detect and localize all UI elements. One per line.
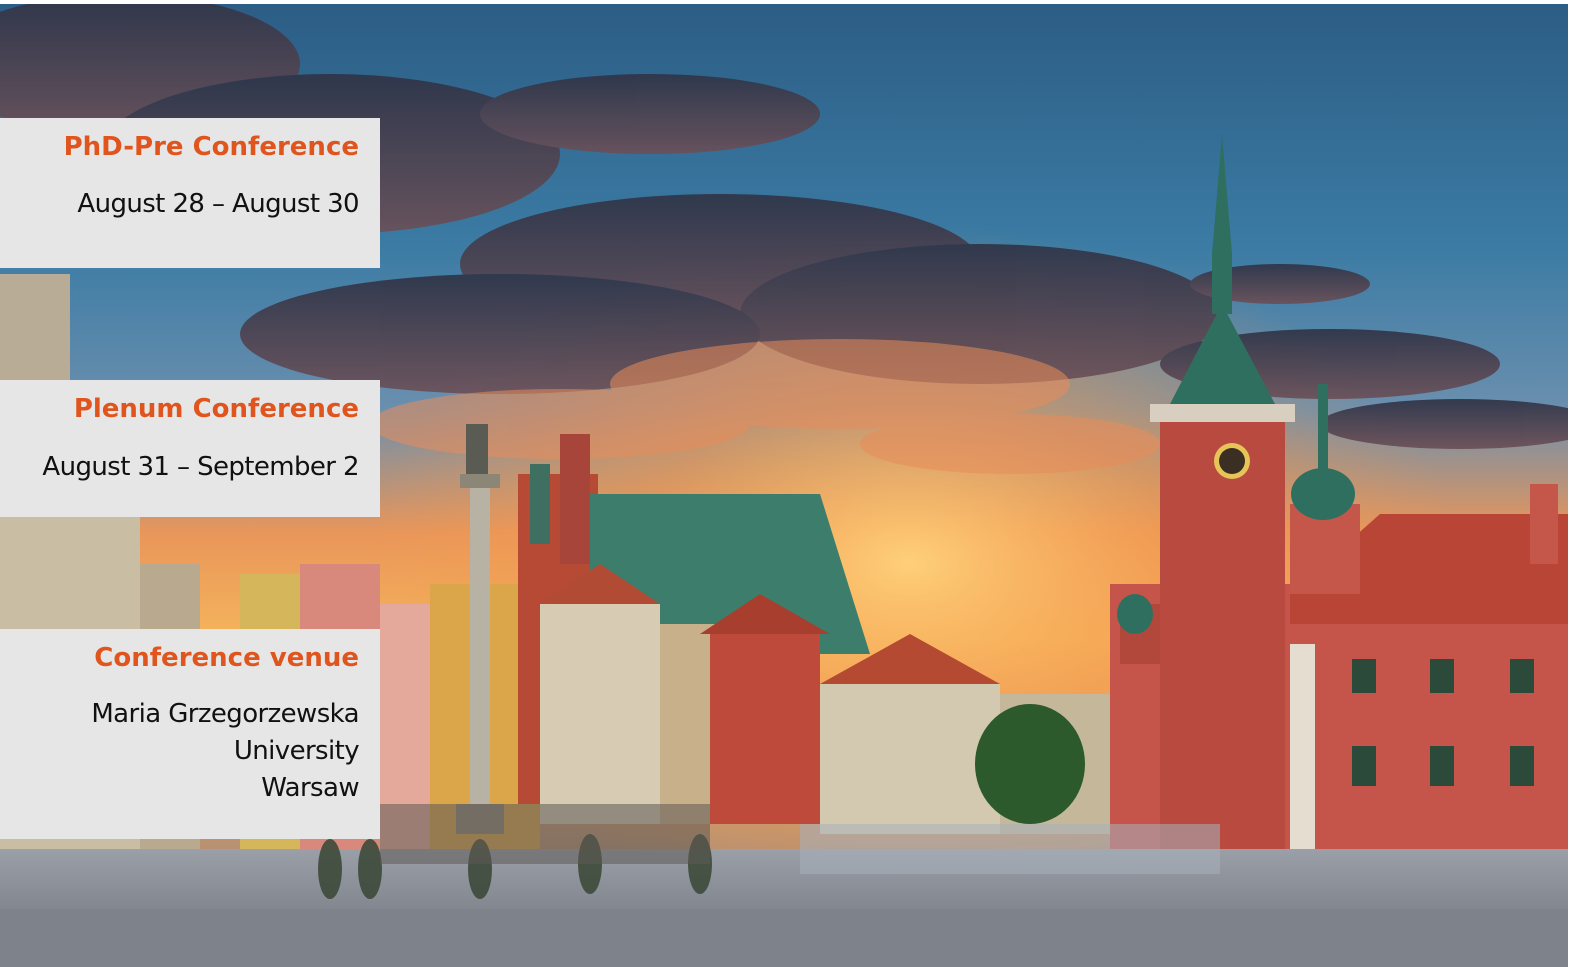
phd-pre-conference-card: PhD-Pre Conference August 28 – August 30 <box>0 118 380 268</box>
phd-pre-conference-title: PhD-Pre Conference <box>63 132 359 162</box>
plenum-conference-card: Plenum Conference August 31 – September … <box>0 380 380 517</box>
page: PhD-Pre Conference August 28 – August 30… <box>0 0 1587 967</box>
venue-line-institution: University <box>233 736 360 766</box>
conference-venue-card: Conference venue Maria Grzegorzewska Uni… <box>0 629 380 839</box>
tree <box>975 704 1085 824</box>
venue-line-city: Warsaw <box>261 773 359 803</box>
phd-pre-conference-dates: August 28 – August 30 <box>77 189 359 219</box>
plenum-conference-dates: August 31 – September 2 <box>42 452 359 482</box>
venue-line-name: Maria Grzegorzewska <box>91 699 359 729</box>
plenum-conference-title: Plenum Conference <box>73 394 359 424</box>
conference-venue-address: Maria Grzegorzewska University Warsaw <box>10 674 359 807</box>
conference-venue-title: Conference venue <box>94 643 359 673</box>
